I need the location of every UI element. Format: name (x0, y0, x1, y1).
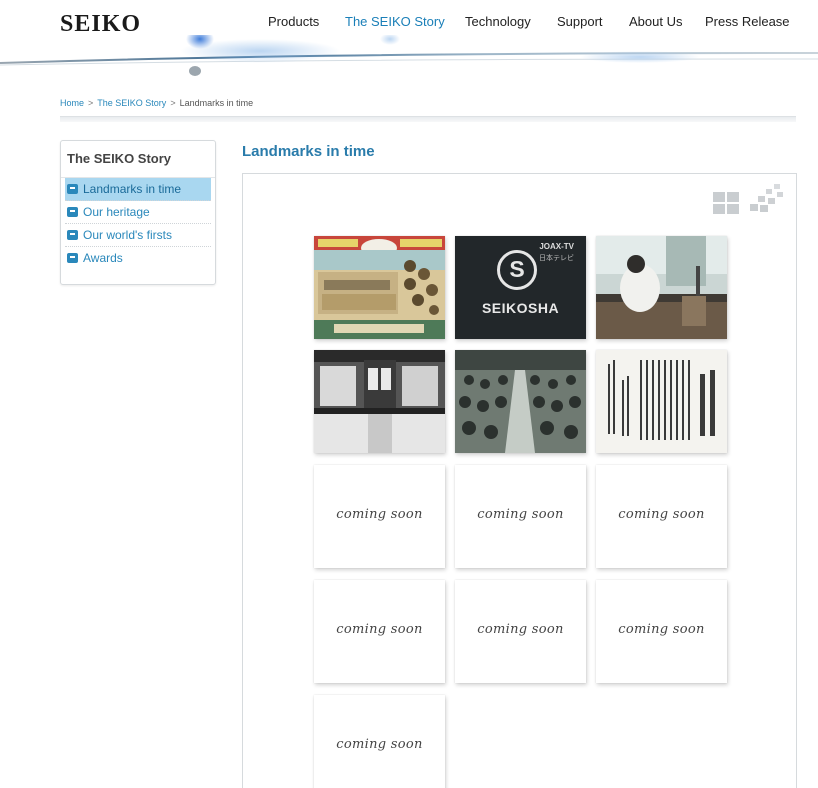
nav-technology[interactable]: Technology (465, 14, 531, 29)
arrow-bullet-icon (67, 184, 78, 194)
landmark-tile-coming-soon[interactable]: coming soon (455, 580, 586, 683)
nav-seiko-story[interactable]: The SEIKO Story (345, 14, 445, 29)
site-header: SEIKO Products The SEIKO Story Technolog… (0, 0, 818, 85)
sidebar-item-label: Awards (83, 251, 123, 265)
nav-support[interactable]: Support (557, 14, 603, 29)
grid-view-icon[interactable] (713, 192, 740, 214)
arrow-bullet-icon (67, 207, 78, 217)
main-nav: Products The SEIKO Story Technology Supp… (0, 14, 818, 34)
japanese-document-image (596, 350, 727, 453)
landmark-tile-factory-poster[interactable] (314, 236, 445, 339)
breadcrumb-home[interactable]: Home (60, 98, 84, 108)
coming-soon-label: coming soon (336, 622, 423, 637)
coming-soon-label: coming soon (477, 507, 564, 522)
nav-about-us[interactable]: About Us (629, 14, 682, 29)
watchmaker-photo (596, 236, 727, 339)
breadcrumb-separator: > (170, 98, 176, 108)
breadcrumb-separator: > (88, 98, 94, 108)
joax-tv-label: JOAX-TV (539, 242, 574, 251)
sidebar-item-label: Our heritage (83, 205, 150, 219)
landmark-tile-coming-soon[interactable]: coming soon (455, 465, 586, 568)
nav-press-release[interactable]: Press Release (705, 14, 790, 29)
landmark-tile-document[interactable] (596, 350, 727, 453)
breadcrumb-current: Landmarks in time (179, 98, 254, 108)
coming-soon-label: coming soon (618, 507, 705, 522)
vintage-poster-image (314, 236, 445, 339)
seikosha-label: SEIKOSHA (481, 300, 560, 316)
landmark-tile-coming-soon[interactable]: coming soon (314, 695, 445, 788)
landmark-tile-assembly-line[interactable] (455, 350, 586, 453)
factory-doorway-photo (314, 350, 445, 453)
sidebar-title: The SEIKO Story (61, 141, 215, 178)
breadcrumb: Home > The SEIKO Story > Landmarks in time (60, 98, 253, 108)
landmark-tile-seikosha[interactable]: JOAX-TV 日本テレビ SEIKOSHA (455, 236, 586, 339)
landmark-tile-coming-soon[interactable]: coming soon (314, 465, 445, 568)
landmark-tile-coming-soon[interactable]: coming soon (314, 580, 445, 683)
breadcrumb-divider (60, 116, 796, 122)
arrow-bullet-icon (67, 230, 78, 240)
landmark-tile-watchmaker[interactable] (596, 236, 727, 339)
header-swoosh-decoration (0, 35, 818, 76)
landmark-tile-coming-soon[interactable]: coming soon (596, 580, 727, 683)
sidebar-item-landmarks[interactable]: Landmarks in time (65, 178, 211, 201)
sidebar-item-world-firsts[interactable]: Our world's firsts (65, 224, 211, 247)
landmark-tile-coming-soon[interactable]: coming soon (596, 465, 727, 568)
sidebar-item-label: Landmarks in time (83, 182, 182, 196)
breadcrumb-seiko-story[interactable]: The SEIKO Story (97, 98, 166, 108)
page-title: Landmarks in time (242, 143, 375, 160)
sidebar-item-heritage[interactable]: Our heritage (65, 201, 211, 224)
sidebar: The SEIKO Story Landmarks in time Our he… (60, 140, 216, 285)
landmark-tile-doorway[interactable] (314, 350, 445, 453)
nav-products[interactable]: Products (268, 14, 319, 29)
coming-soon-label: coming soon (336, 507, 423, 522)
seikosha-tv-card-image: JOAX-TV 日本テレビ SEIKOSHA (455, 236, 586, 339)
assembly-line-photo (455, 350, 586, 453)
sidebar-item-awards[interactable]: Awards (65, 247, 211, 270)
ntv-label: 日本テレビ (539, 255, 574, 262)
coming-soon-label: coming soon (477, 622, 564, 637)
sidebar-item-label: Our world's firsts (83, 228, 172, 242)
coming-soon-label: coming soon (336, 737, 423, 752)
coming-soon-label: coming soon (618, 622, 705, 637)
arrow-bullet-icon (67, 253, 78, 263)
seiko-s-logo-icon (497, 250, 537, 290)
scatter-view-icon[interactable] (750, 184, 784, 214)
